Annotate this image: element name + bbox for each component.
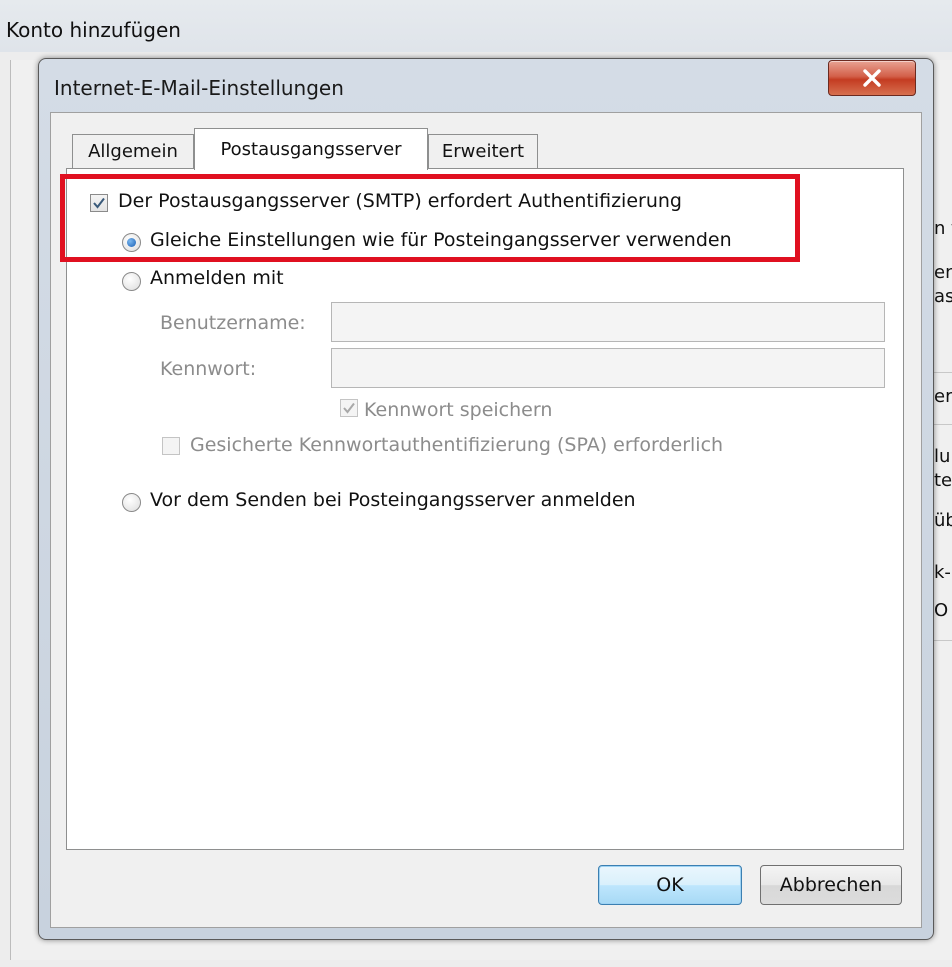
background-text-fragment: üb bbox=[934, 510, 952, 531]
close-button[interactable] bbox=[828, 60, 916, 96]
background-divider bbox=[932, 372, 952, 373]
background-text-fragment: en bbox=[934, 262, 952, 283]
checkmark-icon bbox=[343, 402, 355, 414]
close-icon bbox=[829, 61, 915, 95]
background-text-fragment: te bbox=[934, 470, 952, 491]
save-password-checkbox[interactable] bbox=[340, 399, 358, 417]
cancel-button[interactable]: Abbrechen bbox=[760, 865, 902, 905]
background-text-fragment: as bbox=[934, 286, 952, 307]
background-text-fragment: er bbox=[934, 386, 952, 407]
background-text-fragment: n t bbox=[934, 218, 952, 239]
before-send-label: Vor dem Senden bei Posteingangsserver an… bbox=[150, 489, 636, 511]
background-text-fragment: O bbox=[934, 600, 949, 621]
username-field[interactable] bbox=[331, 302, 885, 342]
tab-erweitert[interactable]: Erweitert bbox=[428, 134, 538, 168]
tab-postausgangsserver[interactable]: Postausgangsserver bbox=[194, 128, 428, 170]
ok-button[interactable]: OK bbox=[598, 865, 742, 905]
spa-checkbox[interactable] bbox=[162, 437, 180, 455]
background-window-title: Konto hinzufügen bbox=[6, 18, 181, 42]
highlight-annotation bbox=[60, 174, 800, 262]
username-label: Benutzername: bbox=[160, 312, 306, 334]
background-divider bbox=[932, 640, 952, 641]
save-password-label: Kennwort speichern bbox=[364, 399, 553, 421]
dialog-title: Internet-E-Mail-Einstellungen bbox=[54, 76, 344, 100]
login-with-label: Anmelden mit bbox=[150, 267, 284, 289]
background-divider bbox=[932, 424, 952, 425]
before-send-radio[interactable] bbox=[122, 493, 141, 512]
background-text-fragment: k- bbox=[934, 562, 951, 583]
password-label: Kennwort: bbox=[160, 358, 257, 380]
spa-label: Gesicherte Kennwortauthentifizierung (SP… bbox=[190, 434, 724, 456]
background-text-fragment: lu bbox=[934, 446, 951, 467]
password-field[interactable] bbox=[331, 348, 885, 388]
tab-allgemein[interactable]: Allgemein bbox=[72, 134, 194, 168]
login-with-radio[interactable] bbox=[122, 272, 141, 291]
